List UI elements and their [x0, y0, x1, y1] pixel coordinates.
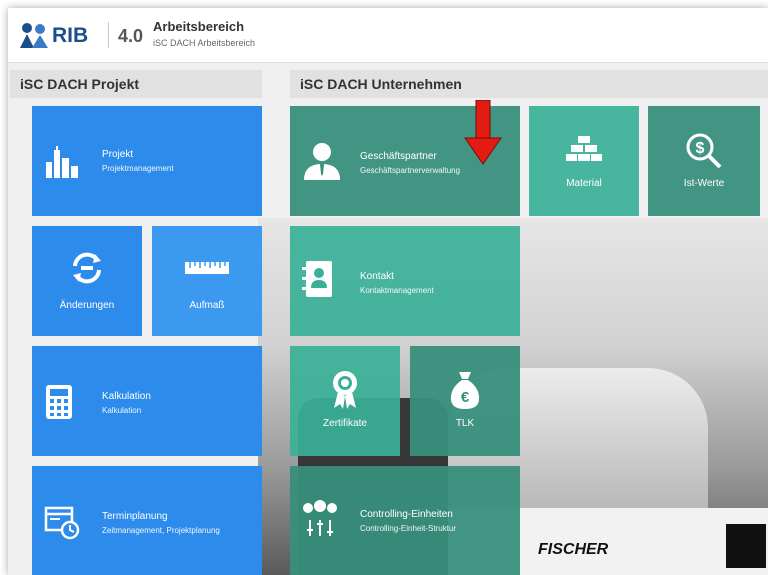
- tile-projekt-subtitle: Projektmanagement: [102, 164, 174, 173]
- city-skyline-icon: [44, 144, 80, 185]
- tile-projekt[interactable]: Projekt Projektmanagement: [32, 106, 262, 216]
- tile-controlling[interactable]: Controlling-Einheiten Controlling-Einhei…: [290, 466, 520, 575]
- version-label: 4.0: [118, 26, 144, 46]
- red-arrow-down-icon: [463, 99, 503, 166]
- tile-kontakt[interactable]: Kontakt Kontaktmanagement: [290, 226, 520, 336]
- header-divider: [108, 22, 109, 48]
- business-person-icon: [302, 142, 342, 185]
- tile-kontakt-title: Kontakt: [360, 271, 394, 282]
- tile-geschaeftspartner-subtitle: Geschäftspartnerverwaltung: [360, 166, 461, 175]
- tile-kontakt-subtitle: Kontaktmanagement: [360, 286, 434, 295]
- hierarchy-dots-icon: [302, 500, 338, 545]
- tile-istwerte-label: Ist-Werte: [683, 178, 725, 189]
- rib-logo-icon: [20, 23, 48, 48]
- tile-projekt-title: Projekt: [102, 149, 134, 160]
- tile-tlk-label: TLK: [455, 418, 475, 429]
- tile-terminplanung[interactable]: Terminplanung Zeitmanagement, Projektpla…: [32, 466, 262, 575]
- tile-kalkulation-subtitle: Kalkulation: [102, 406, 142, 415]
- award-icon: [330, 370, 360, 415]
- money-search-icon: $: [685, 132, 723, 175]
- bricks-icon: [566, 134, 602, 167]
- calculator-icon: [44, 384, 74, 425]
- address-book-icon: [302, 260, 334, 303]
- tile-istwerte[interactable]: $ Ist-Werte: [648, 106, 760, 216]
- svg-text:€: €: [461, 389, 470, 406]
- rib-logo[interactable]: RIB: [18, 22, 116, 50]
- page-subtitle: iSC DACH Arbeitsbereich: [153, 38, 256, 48]
- calendar-clock-icon: [44, 504, 80, 545]
- logo-text: RIB: [52, 24, 89, 47]
- tile-tlk[interactable]: € TLK: [410, 346, 520, 456]
- tile-aenderungen-label: Änderungen: [59, 300, 115, 311]
- tile-zertifikate-label: Zertifikate: [323, 418, 367, 429]
- section-header-unternehmen: iSC DACH Unternehmen: [290, 70, 768, 98]
- tile-aufmass[interactable]: Aufmaß: [152, 226, 262, 336]
- tile-material[interactable]: Material: [529, 106, 639, 216]
- sync-changes-icon: [67, 248, 107, 293]
- tile-controlling-title: Controlling-Einheiten: [360, 509, 453, 520]
- euro-bag-icon: €: [448, 370, 482, 415]
- truck-logo: [726, 524, 766, 568]
- section-header-projekt: iSC DACH Projekt: [10, 70, 262, 98]
- ruler-icon: [185, 260, 229, 281]
- tile-aenderungen[interactable]: Änderungen: [32, 226, 142, 336]
- page-title: Arbeitsbereich: [153, 19, 245, 34]
- tile-kalkulation-title: Kalkulation: [102, 391, 151, 402]
- tile-aufmass-label: Aufmaß: [189, 300, 225, 311]
- tile-geschaeftspartner-title: Geschäftspartner: [360, 151, 437, 162]
- workspace-window: RIB 4.0 Arbeitsbereich iSC DACH Arbeitsb…: [8, 8, 768, 575]
- truck-lettering: FISCHER: [538, 541, 609, 558]
- header-bar: RIB 4.0 Arbeitsbereich iSC DACH Arbeitsb…: [8, 8, 768, 63]
- tile-controlling-subtitle: Controlling-Einheit-Struktur: [360, 524, 457, 533]
- tile-zertifikate[interactable]: Zertifikate: [290, 346, 400, 456]
- tile-kalkulation[interactable]: Kalkulation Kalkulation: [32, 346, 262, 456]
- tile-terminplanung-title: Terminplanung: [102, 511, 168, 522]
- tile-material-label: Material: [566, 178, 602, 189]
- svg-text:$: $: [696, 140, 705, 157]
- tile-terminplanung-subtitle: Zeitmanagement, Projektplanung: [102, 526, 220, 535]
